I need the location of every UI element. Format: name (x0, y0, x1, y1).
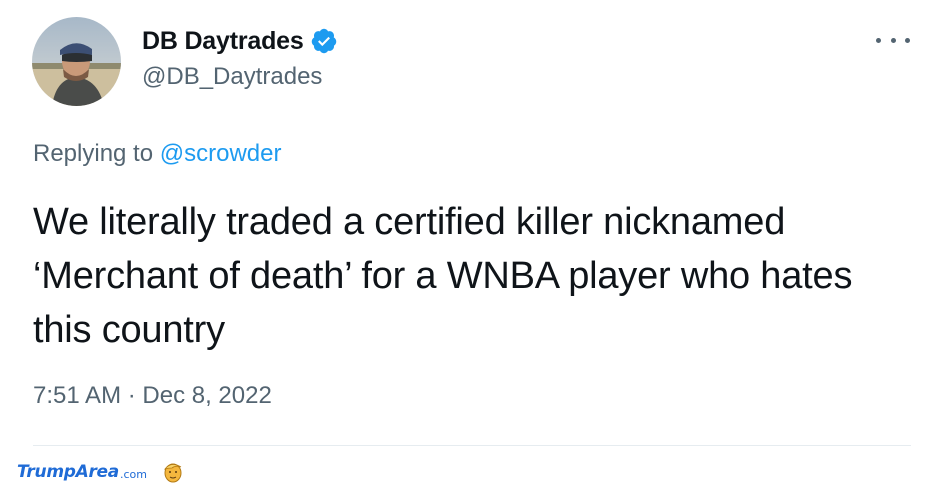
author-handle[interactable]: @DB_Daytrades (142, 63, 322, 91)
author-name-row: DB Daytrades (142, 24, 338, 58)
watermark: TrumpArea .com (17, 460, 185, 484)
more-dot (890, 37, 896, 43)
more-options-icon[interactable] (876, 30, 910, 50)
replying-to: Replying to @scrowder (33, 140, 281, 168)
watermark-suffix: .com (119, 467, 147, 481)
replying-to-label: Replying to (33, 140, 160, 167)
more-dot (905, 37, 910, 43)
tweet-timestamp[interactable]: 7:51 AM · Dec 8, 2022 (33, 382, 272, 410)
tweet-card: DB Daytrades @DB_Daytrades Replying to @… (0, 0, 940, 485)
trump-face-icon (161, 460, 185, 484)
more-dot (876, 37, 881, 43)
avatar[interactable] (32, 17, 121, 106)
tweet-text: We literally traded a certified killer n… (33, 201, 853, 351)
divider (33, 445, 911, 446)
display-name[interactable]: DB Daytrades (142, 27, 304, 56)
reply-mention-link[interactable]: @scrowder (160, 140, 282, 167)
verified-badge-icon (310, 27, 338, 55)
watermark-brand: TrumpArea (17, 462, 119, 482)
